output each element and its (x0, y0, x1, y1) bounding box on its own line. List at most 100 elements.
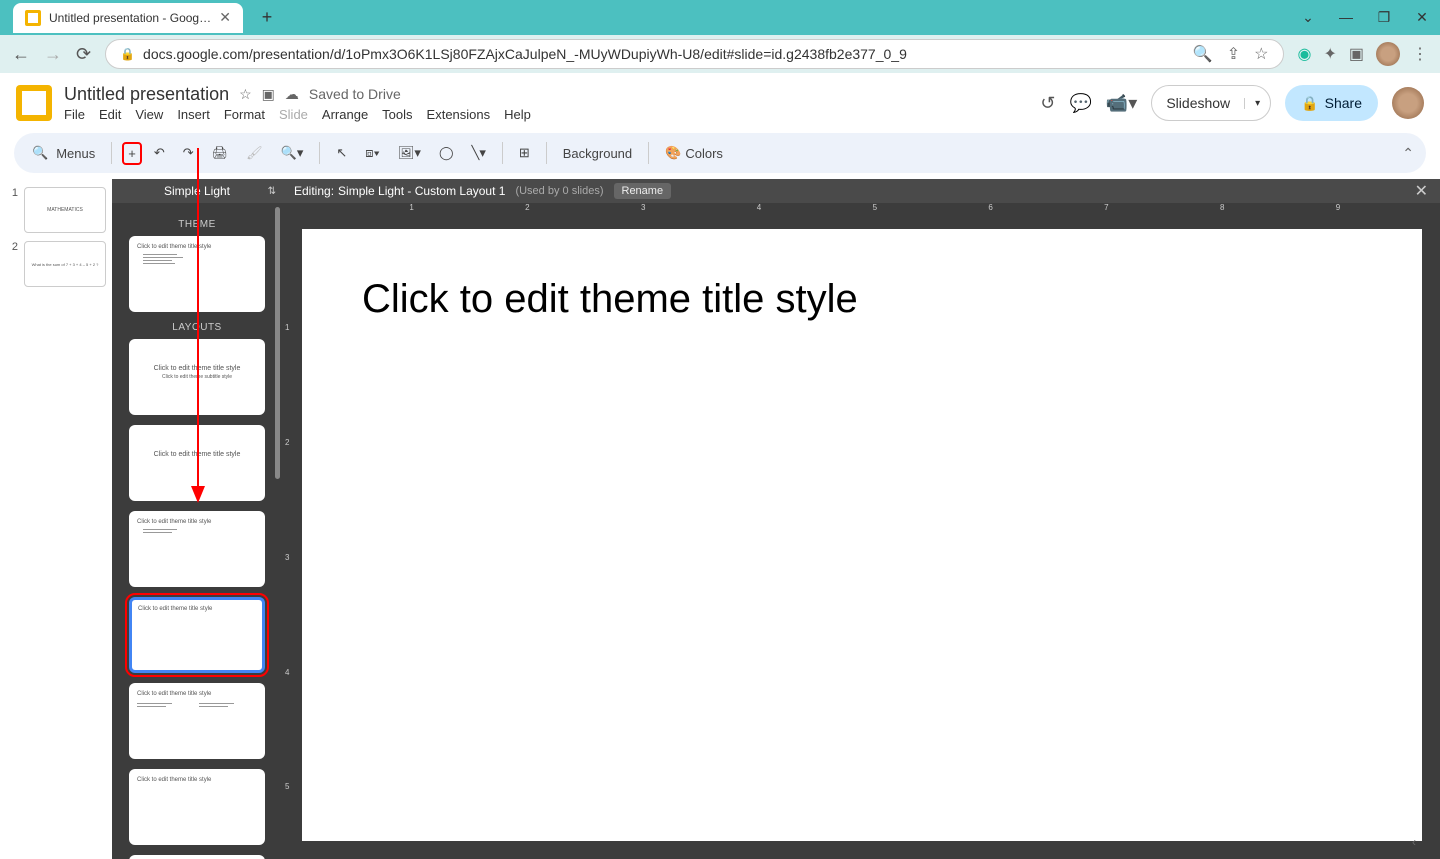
theme-title-placeholder[interactable]: Click to edit theme title style (362, 277, 1362, 322)
share-button[interactable]: 🔒 Share (1285, 85, 1378, 121)
history-icon[interactable]: ↺ (1040, 93, 1055, 114)
menubar: File Edit View Insert Format Slide Arran… (64, 107, 531, 122)
plus-icon: + (128, 146, 136, 161)
layout-thumb-selected[interactable]: Click to edit theme title style (129, 597, 265, 673)
layout-thumb[interactable]: Click to edit theme title style (129, 511, 265, 587)
new-slide-button[interactable]: + (122, 142, 142, 165)
select-tool[interactable]: ↖ (330, 141, 353, 165)
undo-button[interactable]: ↶ (148, 141, 171, 165)
theme-layouts-list[interactable]: THEME Click to edit theme title style LA… (112, 203, 282, 859)
slide-thumb-2[interactable]: 2 What is the sum of 7 + 3 + 4 – 5 + 2 ? (6, 241, 106, 287)
print-button[interactable]: 🖨 (206, 141, 235, 165)
layout-usage: (Used by 0 slides) (515, 185, 603, 197)
zoom-dropdown[interactable]: 🔍▾ (275, 141, 310, 165)
layout-thumb[interactable]: Click to edit theme title style Click to… (129, 339, 265, 415)
menu-view[interactable]: View (135, 107, 163, 122)
workspace: 1 MATHEMATICS 2 What is the sum of 7 + 3… (0, 179, 1440, 859)
shape-tool[interactable]: ◯ (433, 141, 460, 165)
explore-button[interactable]: ‹ (1412, 835, 1430, 853)
menus-search[interactable]: 🔍 Menus (26, 141, 101, 165)
layout-thumb[interactable]: Click to edit theme text styles (129, 855, 265, 859)
slide-thumbnail[interactable]: MATHEMATICS (24, 187, 106, 233)
extensions-icon[interactable]: ✦ (1323, 44, 1336, 64)
editing-prefix: Editing: (294, 184, 334, 198)
canvas-row: 1 2 3 4 5 Click to edit theme title styl… (282, 221, 1440, 859)
menu-help[interactable]: Help (504, 107, 531, 122)
redo-button[interactable]: ↷ (177, 141, 200, 165)
slideshow-button[interactable]: Slideshow ▾ (1151, 85, 1271, 121)
collapse-toolbar-icon[interactable]: ⌃ (1402, 145, 1414, 162)
background-button[interactable]: Background (557, 142, 638, 165)
forward-button[interactable]: → (44, 44, 62, 65)
slide-thumb-1[interactable]: 1 MATHEMATICS (6, 187, 106, 233)
line-tool[interactable]: ╲▾ (466, 141, 492, 165)
close-window-icon[interactable]: ✕ (1412, 9, 1432, 26)
editing-layout-name: Simple Light - Custom Layout 1 (338, 184, 505, 198)
menu-format[interactable]: Format (224, 107, 265, 122)
menu-insert[interactable]: Insert (177, 107, 210, 122)
layout-thumb[interactable]: Click to edit theme title style (129, 425, 265, 501)
textbox-tool[interactable]: ⧈▾ (359, 141, 386, 165)
slide-canvas[interactable]: Click to edit theme title style (302, 229, 1422, 841)
theme-dropdown-icon[interactable]: ⇅ (268, 186, 276, 197)
sidepanel-icon[interactable]: ▣ (1349, 44, 1364, 64)
browser-menu-icon[interactable]: ⋮ (1412, 44, 1428, 64)
header-right: ↺ 💬 📹▾ Slideshow ▾ 🔒 Share (1040, 85, 1424, 121)
back-button[interactable]: ← (12, 44, 30, 65)
tab-title: Untitled presentation - Google Sl (49, 11, 211, 25)
meet-icon[interactable]: 📹▾ (1106, 93, 1137, 114)
image-tool[interactable]: 🖼▾ (392, 141, 427, 165)
extension-icon-1[interactable]: ◉ (1298, 44, 1312, 64)
reload-button[interactable]: ⟳ (76, 44, 91, 65)
vertical-ruler[interactable]: 1 2 3 4 5 (282, 221, 300, 859)
profile-avatar-browser[interactable] (1376, 42, 1400, 66)
layout-thumb[interactable]: Click to edit theme title style (129, 769, 265, 845)
url-bar[interactable]: 🔒 docs.google.com/presentation/d/1oPmx3O… (105, 39, 1283, 69)
separator (502, 142, 503, 164)
browser-tab[interactable]: Untitled presentation - Google Sl ✕ (13, 3, 243, 33)
slideshow-label[interactable]: Slideshow (1152, 95, 1244, 111)
separator (648, 142, 649, 164)
bookmark-icon[interactable]: ☆ (1254, 44, 1268, 64)
rename-button[interactable]: Rename (614, 183, 672, 199)
menu-edit[interactable]: Edit (99, 107, 121, 122)
new-tab-button[interactable]: + (253, 4, 281, 32)
theme-scrollbar[interactable] (275, 207, 280, 479)
minimize-icon[interactable]: — (1336, 9, 1356, 26)
horizontal-ruler[interactable]: 1 2 3 4 5 6 7 8 9 (282, 203, 1440, 221)
close-theme-editor-icon[interactable]: ✕ (1415, 181, 1428, 201)
saved-status: Saved to Drive (309, 86, 401, 103)
browser-titlebar: Untitled presentation - Google Sl ✕ + ⌄ … (0, 0, 1440, 35)
zoom-icon[interactable]: 🔍 (1193, 44, 1213, 64)
menu-arrange[interactable]: Arrange (322, 107, 368, 122)
menu-extensions[interactable]: Extensions (427, 107, 491, 122)
slideshow-dropdown[interactable]: ▾ (1244, 98, 1270, 109)
section-theme-label: THEME (122, 219, 272, 230)
placeholder-tool[interactable]: ⊞ (513, 141, 536, 165)
share-url-icon[interactable]: ⇪ (1227, 44, 1240, 64)
theme-panel-header[interactable]: Simple Light ⇅ (112, 179, 282, 203)
menu-file[interactable]: File (64, 107, 85, 122)
comments-icon[interactable]: 💬 (1069, 93, 1091, 114)
maximize-icon[interactable]: ❐ (1374, 9, 1394, 26)
theme-builder-panel: Simple Light ⇅ THEME Click to edit theme… (112, 179, 282, 859)
profile-avatar-app[interactable] (1392, 87, 1424, 119)
menu-tools[interactable]: Tools (382, 107, 412, 122)
title-area: Untitled presentation ☆ ▣ ☁ Saved to Dri… (64, 84, 531, 122)
star-icon[interactable]: ☆ (239, 86, 252, 103)
url-actions: 🔍 ⇪ ☆ (1193, 44, 1269, 64)
theme-master-thumb[interactable]: Click to edit theme title style (129, 236, 265, 312)
editor-area: Editing: Simple Light - Custom Layout 1 … (282, 179, 1440, 859)
colors-button[interactable]: 🎨 Colors (659, 141, 729, 165)
chevron-down-icon[interactable]: ⌄ (1298, 9, 1318, 26)
paint-format-button[interactable]: 🖌 (240, 141, 269, 165)
slides-logo[interactable] (16, 85, 52, 121)
move-icon[interactable]: ▣ (262, 86, 275, 103)
tab-close-icon[interactable]: ✕ (219, 9, 231, 26)
document-title[interactable]: Untitled presentation (64, 84, 229, 105)
separator (319, 142, 320, 164)
menu-slide: Slide (279, 107, 308, 122)
slide-thumbnail[interactable]: What is the sum of 7 + 3 + 4 – 5 + 2 ? (24, 241, 106, 287)
window-controls: ⌄ — ❐ ✕ (1298, 9, 1432, 26)
layout-thumb[interactable]: Click to edit theme title style (129, 683, 265, 759)
